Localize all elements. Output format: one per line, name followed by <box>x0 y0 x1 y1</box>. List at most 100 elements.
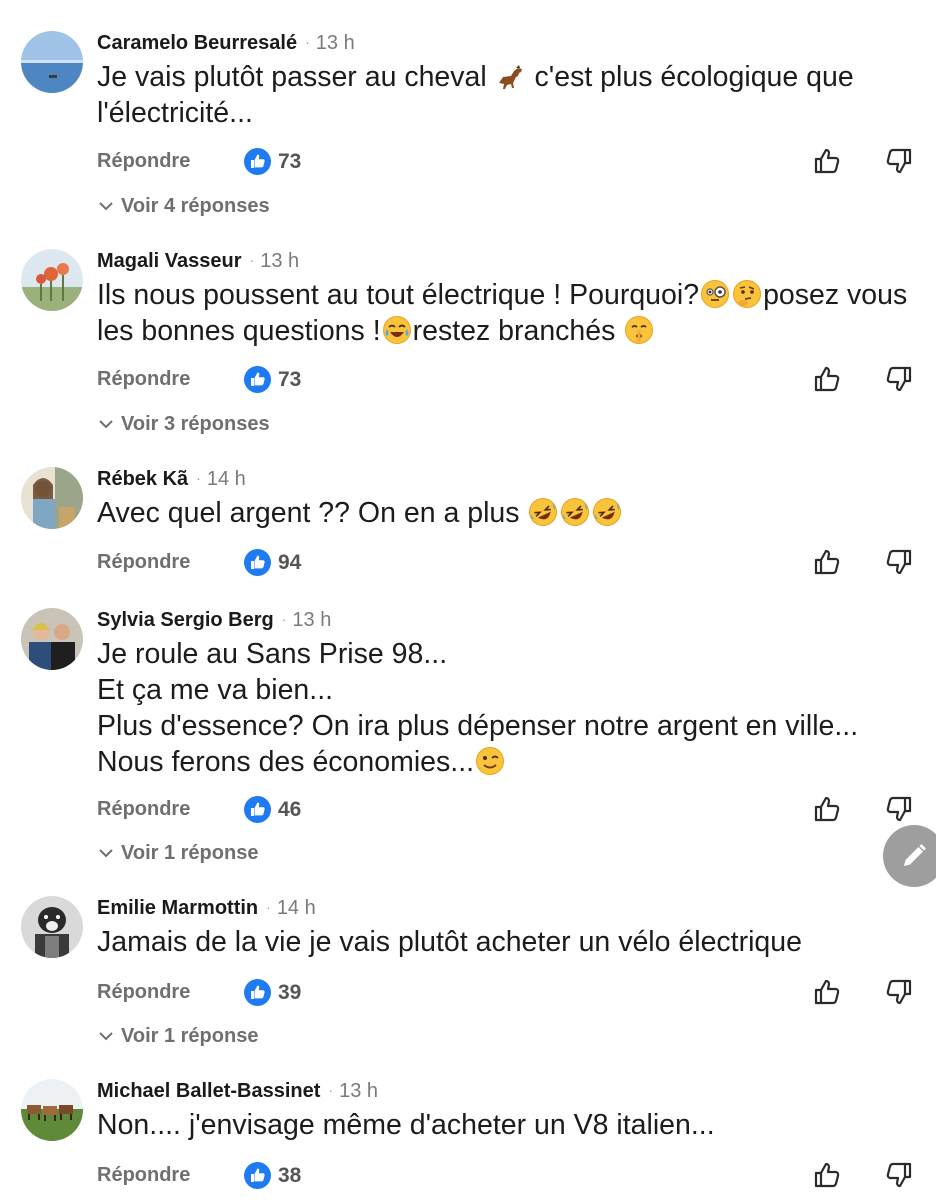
author-name[interactable]: Magali Vasseur <box>97 250 242 272</box>
author-name[interactable]: Rébek Kã <box>97 468 188 490</box>
like-badge-icon <box>244 1162 271 1189</box>
like-badge-icon <box>244 796 271 823</box>
avatar[interactable] <box>21 249 83 311</box>
rolling-laughing-emoji <box>560 497 590 527</box>
face-with-monocle-emoji <box>700 279 730 309</box>
like-count[interactable]: 73 <box>278 368 301 392</box>
like-count[interactable]: 73 <box>278 150 301 174</box>
tears-of-joy-emoji <box>382 315 412 345</box>
comment-actions: Répondre 73 <box>0 142 936 182</box>
comment-header: Rébek Kã · 14 h <box>97 467 246 492</box>
thumbs-up-outline-icon[interactable] <box>812 364 842 394</box>
shushing-face-emoji <box>624 315 654 345</box>
separator: · <box>305 34 310 50</box>
comment-actions: Répondre 94 <box>0 543 936 583</box>
text-segment: Ils nous poussent au tout électrique ! P… <box>97 279 700 311</box>
thinking-face-emoji <box>732 279 762 309</box>
reply-button[interactable]: Répondre <box>97 981 190 1004</box>
timestamp[interactable]: 14 h <box>277 897 316 919</box>
comment-actions: Répondre 73 <box>0 360 936 400</box>
chevron-down-icon <box>97 197 115 215</box>
reply-button[interactable]: Répondre <box>97 368 190 391</box>
text-segment: Avec quel argent ?? On en a plus <box>97 497 528 529</box>
thumbs-down-outline-icon[interactable] <box>884 794 914 824</box>
view-replies-link[interactable]: Voir 4 réponses <box>97 195 270 218</box>
text-segment: Jamais de la vie je vais plutôt acheter … <box>97 926 802 958</box>
text-segment: Non.... j'envisage même d'acheter un V8 … <box>97 1109 715 1141</box>
author-name[interactable]: Michael Ballet-Bassinet <box>97 1080 320 1102</box>
avatar[interactable] <box>21 896 83 958</box>
comment-header: Emilie Marmottin · 14 h <box>97 896 316 921</box>
view-replies-label: Voir 1 réponse <box>121 1025 259 1047</box>
thumbs-up-outline-icon[interactable] <box>812 977 842 1007</box>
separator: · <box>196 470 201 486</box>
reply-button[interactable]: Répondre <box>97 551 190 574</box>
like-count[interactable]: 38 <box>278 1164 301 1188</box>
separator: · <box>249 252 255 268</box>
author-name[interactable]: Caramelo Beurresalé <box>97 32 297 54</box>
thumbs-up-outline-icon[interactable] <box>812 547 842 577</box>
rolling-laughing-emoji <box>528 497 558 527</box>
comment-header: Michael Ballet-Bassinet · 13 h <box>97 1079 378 1104</box>
comment-header: Sylvia Sergio Berg · 13 h <box>97 608 331 633</box>
comment-text: Je vais plutôt passer au cheval c'est pl… <box>97 59 917 131</box>
chevron-down-icon <box>97 1027 115 1045</box>
thumbs-up-outline-icon[interactable] <box>812 1160 842 1190</box>
separator: · <box>328 1082 334 1098</box>
pencil-icon <box>904 844 926 866</box>
winking-face-emoji <box>475 746 505 776</box>
view-replies-label: Voir 1 réponse <box>121 842 259 864</box>
horse-emoji <box>496 61 526 91</box>
timestamp[interactable]: 14 h <box>207 468 246 490</box>
view-replies-label: Voir 4 réponses <box>121 195 270 217</box>
comment-actions: Répondre 39 <box>0 973 936 1013</box>
timestamp[interactable]: 13 h <box>339 1080 378 1102</box>
view-replies-link[interactable]: Voir 3 réponses <box>97 413 270 436</box>
like-count[interactable]: 46 <box>278 798 301 822</box>
like-badge-icon <box>244 979 271 1006</box>
author-name[interactable]: Emilie Marmottin <box>97 897 258 919</box>
chevron-down-icon <box>97 844 115 862</box>
thumbs-down-outline-icon[interactable] <box>884 977 914 1007</box>
text-segment: restez branchés <box>412 315 624 347</box>
timestamp[interactable]: 13 h <box>316 32 355 54</box>
separator: · <box>266 899 271 915</box>
reply-button[interactable]: Répondre <box>97 150 190 173</box>
comment-text: Non.... j'envisage même d'acheter un V8 … <box>97 1107 917 1143</box>
avatar[interactable] <box>21 608 83 670</box>
comment-header: Caramelo Beurresalé · 13 h <box>97 31 355 56</box>
view-replies-link[interactable]: Voir 1 réponse <box>97 842 258 865</box>
avatar[interactable] <box>21 467 83 529</box>
thumbs-up-outline-icon[interactable] <box>812 794 842 824</box>
thumbs-down-outline-icon[interactable] <box>884 146 914 176</box>
comment-actions: Répondre 38 <box>0 1156 936 1196</box>
comment-actions: Répondre 46 <box>0 790 936 830</box>
chevron-down-icon <box>97 415 115 433</box>
thumbs-down-outline-icon[interactable] <box>884 1160 914 1190</box>
compose-fab-button[interactable] <box>883 825 936 887</box>
thumbs-up-outline-icon[interactable] <box>812 146 842 176</box>
view-replies-label: Voir 3 réponses <box>121 413 270 435</box>
separator: · <box>281 611 287 627</box>
rolling-laughing-emoji <box>592 497 622 527</box>
like-badge-icon <box>244 148 271 175</box>
like-badge-icon <box>244 366 271 393</box>
timestamp[interactable]: 13 h <box>260 250 299 272</box>
reply-button[interactable]: Répondre <box>97 1164 190 1187</box>
comment-text: Je roule au Sans Prise 98... Et ça me va… <box>97 636 917 780</box>
comment-text: Jamais de la vie je vais plutôt acheter … <box>97 924 917 960</box>
view-replies-link[interactable]: Voir 1 réponse <box>97 1025 258 1048</box>
comment-text: Avec quel argent ?? On en a plus <box>97 495 917 531</box>
comment-header: Magali Vasseur · 13 h <box>97 249 299 274</box>
thumbs-down-outline-icon[interactable] <box>884 547 914 577</box>
reply-button[interactable]: Répondre <box>97 798 190 821</box>
author-name[interactable]: Sylvia Sergio Berg <box>97 609 274 631</box>
timestamp[interactable]: 13 h <box>292 609 331 631</box>
text-segment: Je vais plutôt passer au cheval <box>97 61 495 93</box>
comment-text: Ils nous poussent au tout électrique ! P… <box>97 277 917 349</box>
avatar[interactable] <box>21 31 83 93</box>
thumbs-down-outline-icon[interactable] <box>884 364 914 394</box>
avatar[interactable] <box>21 1079 83 1141</box>
like-count[interactable]: 39 <box>278 981 301 1005</box>
like-count[interactable]: 94 <box>278 551 301 575</box>
